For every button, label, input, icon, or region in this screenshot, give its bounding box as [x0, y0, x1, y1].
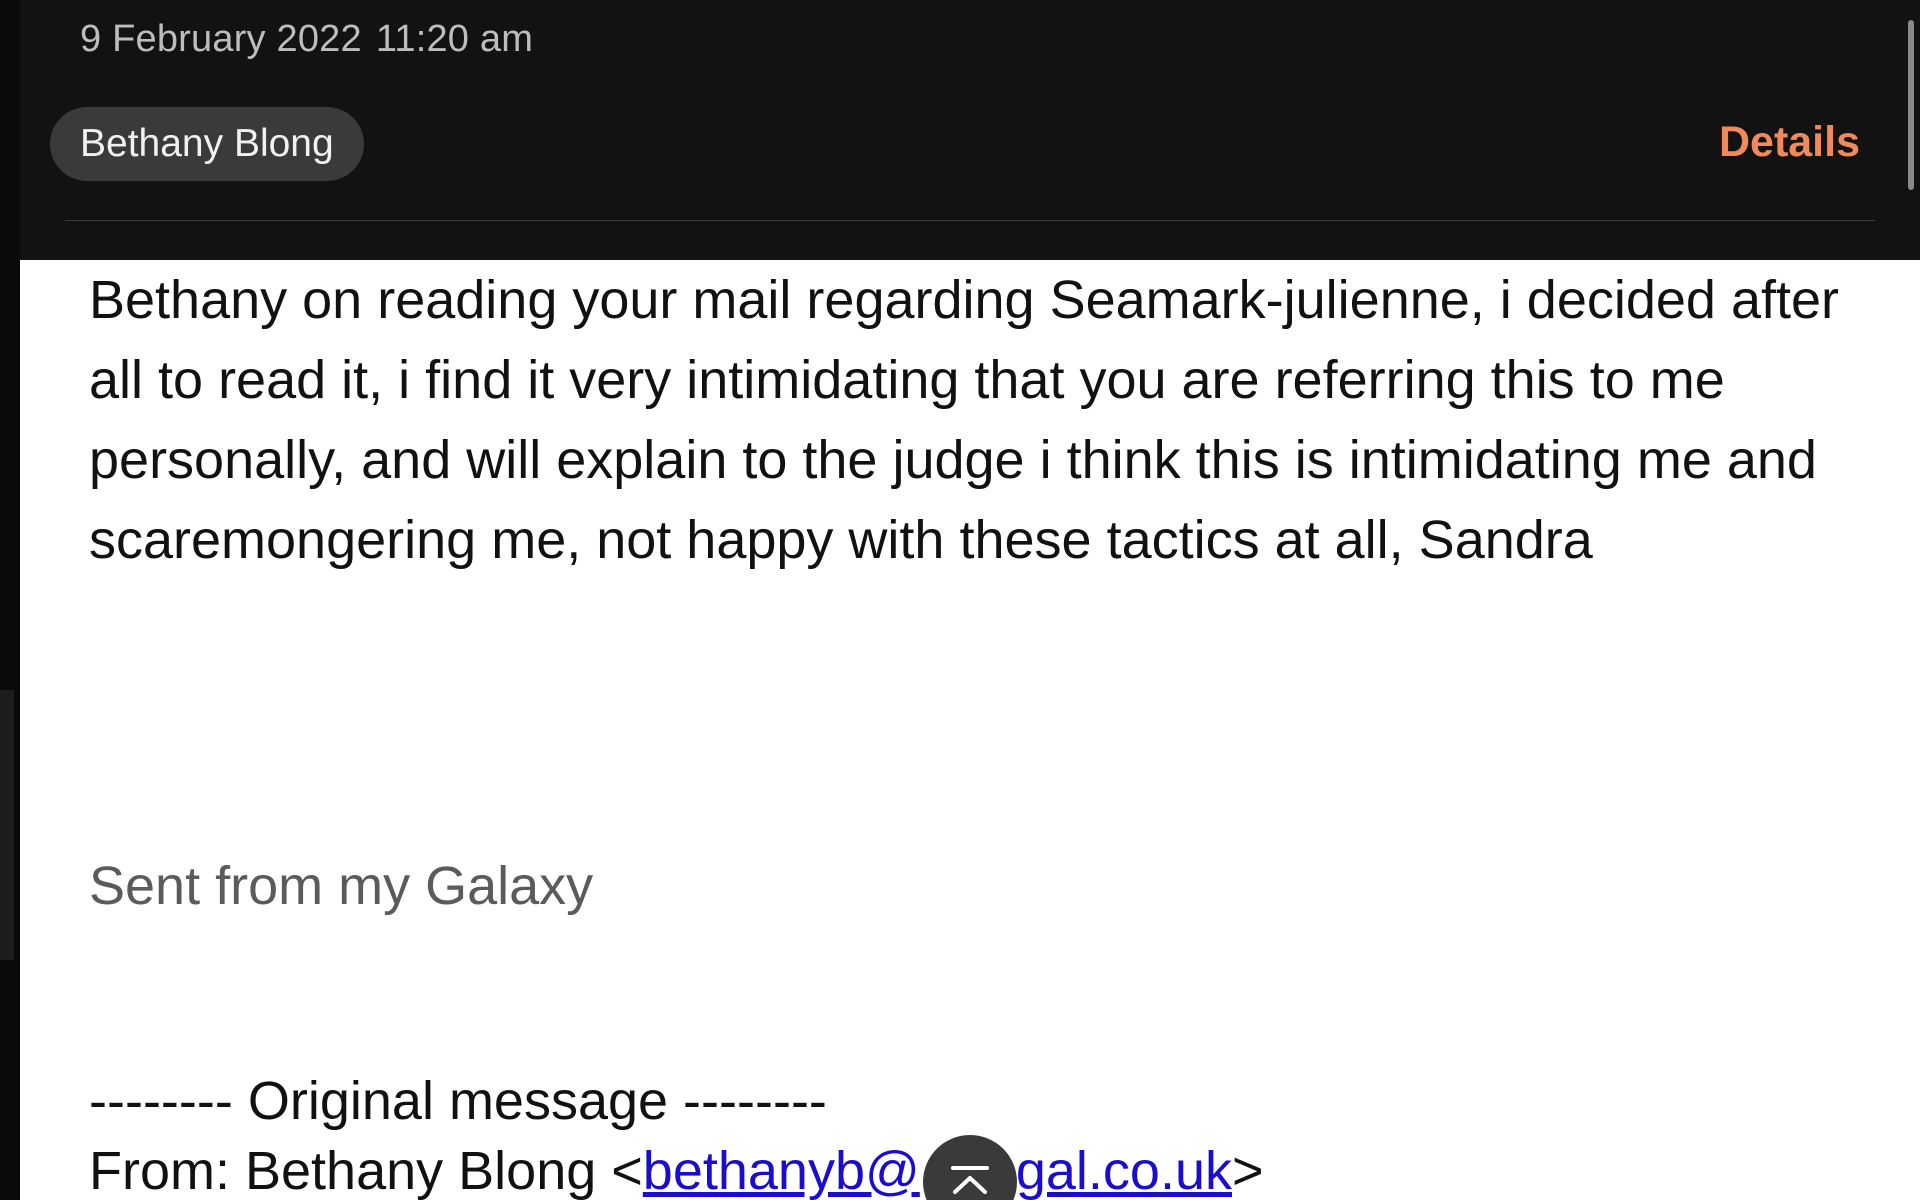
email-header: 9 February 2022 11:20 am Bethany Blong De… — [20, 0, 1920, 260]
from-prefix: From: Bethany Blong < — [89, 1141, 643, 1200]
email-date-day: 9 February 2022 — [80, 18, 362, 60]
left-edge-shade — [0, 690, 14, 960]
details-button[interactable]: Details — [1719, 118, 1860, 167]
email-view-screen: 9 February 2022 11:20 am Bethany Blong De… — [0, 0, 1920, 1200]
signature-text: Sent from my Galaxy — [89, 856, 594, 916]
scrollbar-thumb[interactable] — [1908, 20, 1914, 190]
original-from-line: From: Bethany Blong <bethanyb@ legal.co.u… — [89, 1140, 1264, 1200]
chevron-up-icon — [951, 1166, 989, 1194]
email-time: 11:20 am — [375, 18, 534, 60]
from-suffix: > — [1231, 1141, 1264, 1200]
sender-chip[interactable]: Bethany Blong — [50, 107, 364, 181]
email-date: 9 February 2022 11:20 am — [80, 18, 533, 61]
from-email-user: bethanyb@ — [642, 1141, 920, 1200]
original-message-divider: -------- Original message -------- — [89, 1071, 827, 1131]
header-divider — [65, 220, 1875, 221]
left-edge-panel — [0, 0, 20, 1200]
email-body: Bethany on reading your mail regarding S… — [20, 260, 1920, 1200]
message-text: Bethany on reading your mail regarding S… — [89, 270, 1840, 570]
